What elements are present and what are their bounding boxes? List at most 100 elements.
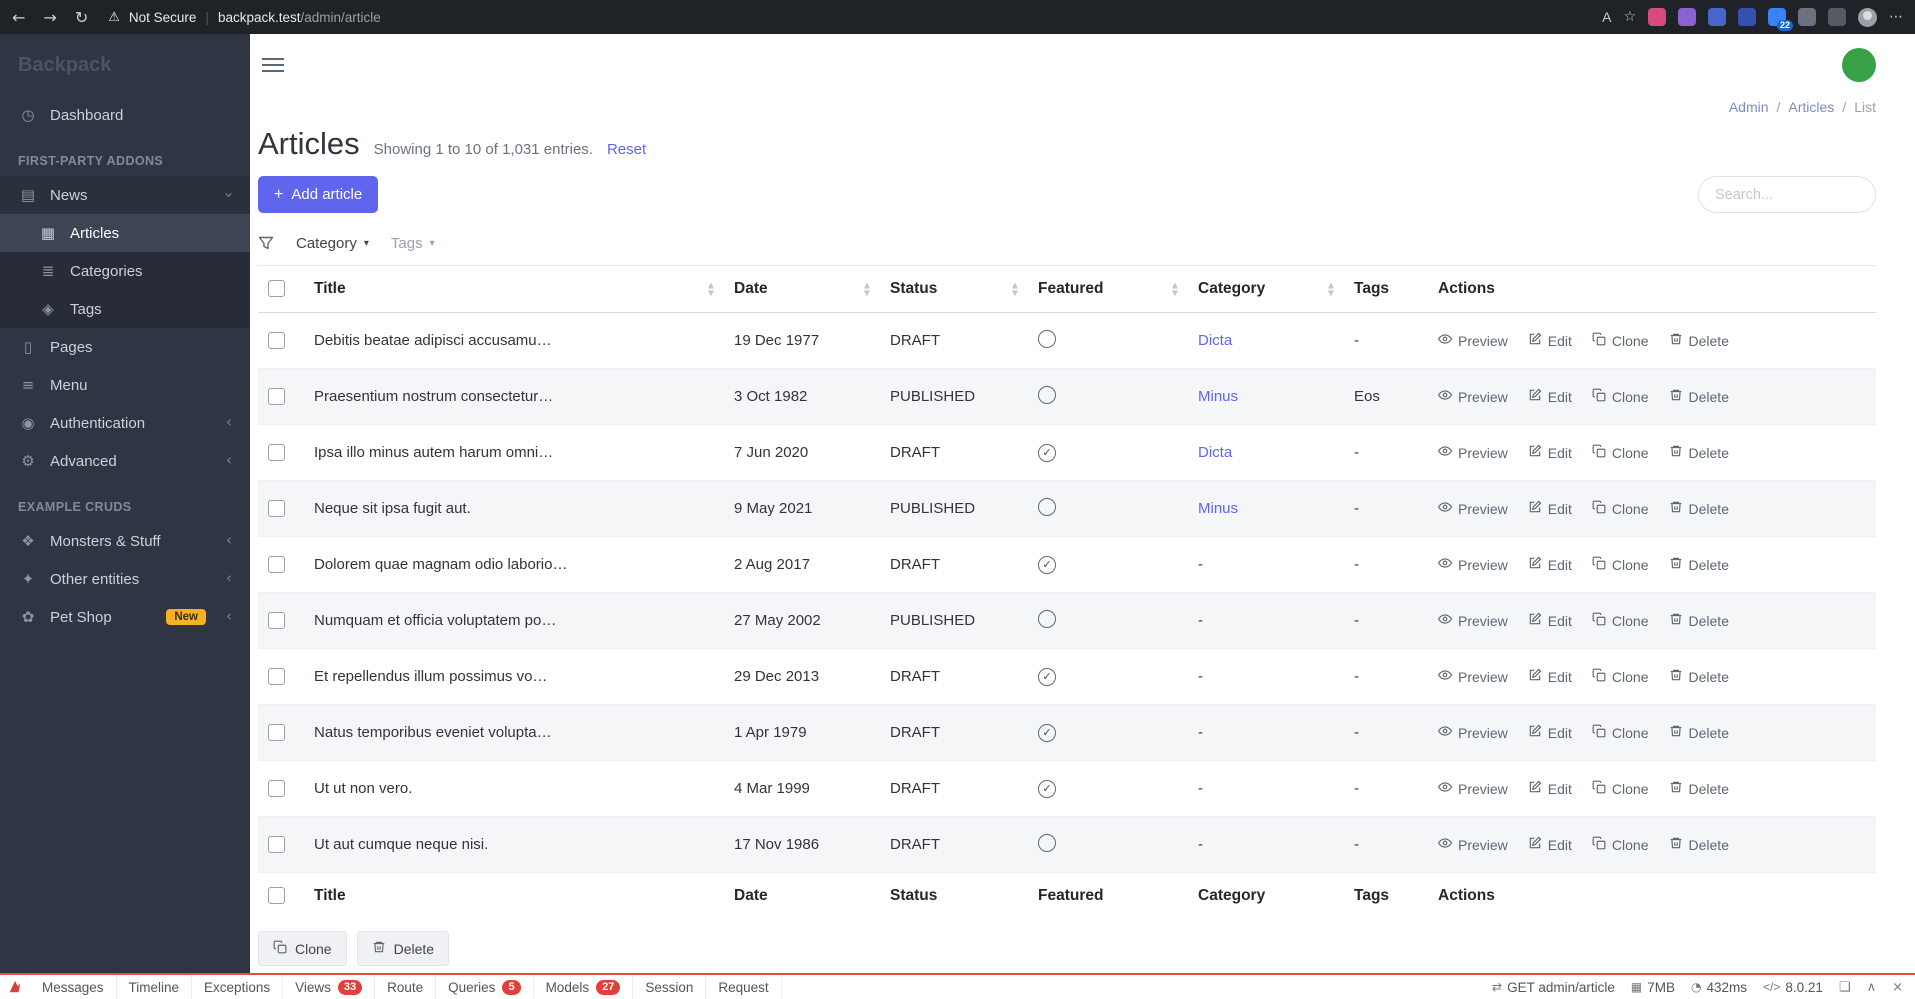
row-action-delete[interactable]: Delete xyxy=(1669,836,1729,853)
debugbar-tab-models[interactable]: Models 27 xyxy=(534,975,634,999)
row-action-preview[interactable]: Preview xyxy=(1437,724,1508,741)
table-row[interactable]: Debitis beatae adipisci accusamu… 19 Dec… xyxy=(258,312,1876,369)
select-all-checkbox-footer[interactable] xyxy=(268,887,285,905)
row-checkbox[interactable] xyxy=(268,724,285,742)
breadcrumb-admin[interactable]: Admin xyxy=(1729,99,1769,115)
row-action-preview[interactable]: Preview xyxy=(1437,500,1508,517)
row-action-preview[interactable]: Preview xyxy=(1437,388,1508,405)
extension-icon-2[interactable] xyxy=(1678,8,1696,26)
debugbar-tab-views[interactable]: Views 33 xyxy=(283,975,376,999)
category-link[interactable]: Dicta xyxy=(1198,332,1232,349)
browser-forward-button[interactable]: → xyxy=(43,8,56,27)
debugbar-logo-icon[interactable] xyxy=(0,980,30,994)
row-checkbox[interactable] xyxy=(268,780,285,798)
extensions-puzzle-icon[interactable] xyxy=(1828,8,1846,26)
table-row[interactable]: Neque sit ipsa fugit aut. 9 May 2021 PUB… xyxy=(258,480,1876,537)
debugbar-tab-exceptions[interactable]: Exceptions xyxy=(192,975,284,999)
user-avatar[interactable] xyxy=(1842,48,1876,82)
category-link[interactable]: Minus xyxy=(1198,388,1238,405)
debugbar-folder-icon[interactable]: ❏ xyxy=(1839,980,1851,995)
column-header-status[interactable]: Status ▲ ▼ xyxy=(880,265,1028,313)
extension-icon-1[interactable] xyxy=(1648,8,1666,26)
sidebar-item-news[interactable]: ▤ News › xyxy=(0,176,250,214)
row-action-delete[interactable]: Delete xyxy=(1669,500,1729,517)
category-link[interactable]: Minus xyxy=(1198,500,1238,517)
row-action-edit[interactable]: Edit xyxy=(1528,780,1572,797)
row-action-clone[interactable]: Clone xyxy=(1592,836,1649,853)
row-action-preview[interactable]: Preview xyxy=(1437,444,1508,461)
read-aloud-icon[interactable]: A xyxy=(1602,9,1611,25)
reset-link[interactable]: Reset xyxy=(607,141,646,158)
row-action-edit[interactable]: Edit xyxy=(1528,668,1572,685)
column-header-date[interactable]: Date ▲ ▼ xyxy=(724,265,880,313)
row-action-edit[interactable]: Edit xyxy=(1528,444,1572,461)
row-action-preview[interactable]: Preview xyxy=(1437,836,1508,853)
row-action-edit[interactable]: Edit xyxy=(1528,612,1572,629)
row-action-clone[interactable]: Clone xyxy=(1592,668,1649,685)
category-link[interactable]: Dicta xyxy=(1198,444,1232,461)
debugbar-tab-route[interactable]: Route xyxy=(375,975,437,999)
row-action-delete[interactable]: Delete xyxy=(1669,332,1729,349)
row-action-clone[interactable]: Clone xyxy=(1592,612,1649,629)
browser-menu-icon[interactable]: ⋯ xyxy=(1889,9,1903,25)
row-checkbox[interactable] xyxy=(268,500,285,518)
row-action-edit[interactable]: Edit xyxy=(1528,388,1572,405)
app-logo[interactable]: Backpack xyxy=(0,34,250,96)
row-action-clone[interactable]: Clone xyxy=(1592,780,1649,797)
row-action-preview[interactable]: Preview xyxy=(1437,556,1508,573)
table-row[interactable]: Dolorem quae magnam odio laborio… 2 Aug … xyxy=(258,536,1876,593)
column-header-featured[interactable]: Featured ▲ ▼ xyxy=(1028,265,1188,313)
sidebar-toggle-button[interactable] xyxy=(258,54,288,76)
address-bar[interactable]: ⚠ Not Secure | backpack.test/admin/artic… xyxy=(108,10,1592,25)
debugbar-tab-request[interactable]: Request xyxy=(706,975,782,999)
debugbar-tab-timeline[interactable]: Timeline xyxy=(117,975,193,999)
sidebar-item-tags[interactable]: ◈ Tags xyxy=(0,290,250,328)
row-action-edit[interactable]: Edit xyxy=(1528,500,1572,517)
browser-profile-icon[interactable] xyxy=(1858,7,1877,27)
row-action-preview[interactable]: Preview xyxy=(1437,668,1508,685)
sidebar-item-categories[interactable]: ≣ Categories xyxy=(0,252,250,290)
debugbar-minimize-icon[interactable]: ∧ xyxy=(1867,980,1877,995)
row-action-edit[interactable]: Edit xyxy=(1528,332,1572,349)
breadcrumb-articles[interactable]: Articles xyxy=(1788,99,1834,115)
sidebar-item-pages[interactable]: ▯ Pages xyxy=(0,328,250,366)
debugbar-tab-messages[interactable]: Messages xyxy=(30,975,117,999)
row-checkbox[interactable] xyxy=(268,836,285,854)
row-checkbox[interactable] xyxy=(268,444,285,462)
row-action-clone[interactable]: Clone xyxy=(1592,332,1649,349)
row-action-clone[interactable]: Clone xyxy=(1592,724,1649,741)
extension-icon-4[interactable] xyxy=(1738,8,1756,26)
table-row[interactable]: Ipsa illo minus autem harum omni… 7 Jun … xyxy=(258,424,1876,481)
column-header-category[interactable]: Category ▲ ▼ xyxy=(1188,265,1344,313)
sidebar-item-dashboard[interactable]: ◷ Dashboard xyxy=(0,96,250,134)
row-checkbox[interactable] xyxy=(268,668,285,686)
table-row[interactable]: Ut ut non vero. 4 Mar 1999 DRAFT ✓ - - P… xyxy=(258,760,1876,817)
row-checkbox[interactable] xyxy=(268,612,285,630)
filter-category[interactable]: Category ▾ xyxy=(296,235,369,252)
sidebar-item-pet-shop[interactable]: ✿ Pet Shop New › xyxy=(0,598,250,636)
row-action-edit[interactable]: Edit xyxy=(1528,556,1572,573)
sidebar-item-articles[interactable]: ▦ Articles xyxy=(0,214,250,252)
address-url[interactable]: backpack.test/admin/article xyxy=(218,10,381,25)
debugbar-request[interactable]: ⇄ GET admin/article xyxy=(1492,980,1615,995)
sidebar-item-authentication[interactable]: ◉ Authentication › xyxy=(0,404,250,442)
extension-icon-6[interactable] xyxy=(1798,8,1816,26)
sidebar-item-other-entities[interactable]: ✦ Other entities › xyxy=(0,560,250,598)
debugbar-close-icon[interactable]: × xyxy=(1892,980,1903,995)
table-row[interactable]: Ut aut cumque neque nisi. 17 Nov 1986 DR… xyxy=(258,816,1876,873)
row-action-delete[interactable]: Delete xyxy=(1669,444,1729,461)
row-action-delete[interactable]: Delete xyxy=(1669,668,1729,685)
row-action-delete[interactable]: Delete xyxy=(1669,388,1729,405)
row-checkbox[interactable] xyxy=(268,388,285,406)
row-action-preview[interactable]: Preview xyxy=(1437,612,1508,629)
debugbar-tab-queries[interactable]: Queries 5 xyxy=(436,975,534,999)
security-label[interactable]: Not Secure xyxy=(129,10,197,25)
extension-icon-3[interactable] xyxy=(1708,8,1726,26)
row-action-clone[interactable]: Clone xyxy=(1592,556,1649,573)
row-action-delete[interactable]: Delete xyxy=(1669,724,1729,741)
browser-back-button[interactable]: ← xyxy=(12,8,25,27)
row-action-edit[interactable]: Edit xyxy=(1528,724,1572,741)
row-action-edit[interactable]: Edit xyxy=(1528,836,1572,853)
filter-tags[interactable]: Tags ▾ xyxy=(391,235,435,252)
add-article-button[interactable]: + Add article xyxy=(258,176,379,213)
